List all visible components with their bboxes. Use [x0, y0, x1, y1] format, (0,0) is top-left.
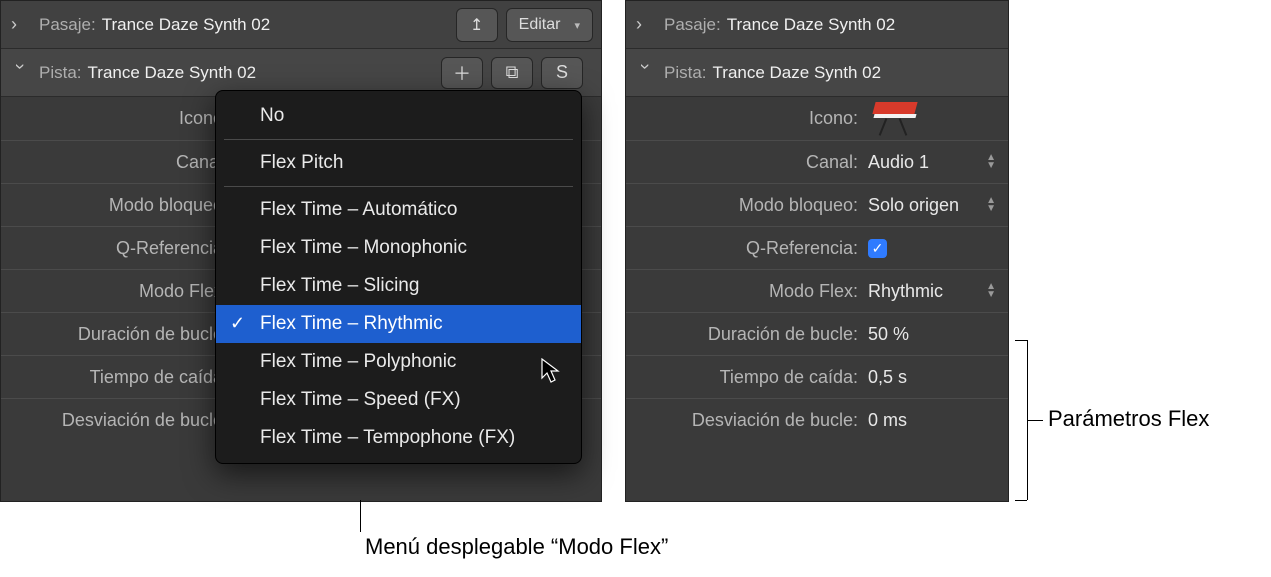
copy-button[interactable]: ⧉	[491, 57, 533, 89]
menu-item-speed-fx[interactable]: Flex Time – Speed (FX)	[216, 381, 581, 419]
pista-value: Trance Daze Synth 02	[88, 63, 257, 83]
disclosure-right-icon[interactable]: ›	[11, 14, 29, 35]
check-icon: ✓	[872, 240, 884, 257]
param-row-duracion[interactable]: Duración de bucle: 50 %	[626, 312, 1008, 355]
param-label-tiempo-caida: Tiempo de caída	[13, 367, 233, 388]
param-label: Q-Referencia:	[638, 238, 868, 259]
disclosure-down-icon[interactable]: ›	[635, 64, 656, 82]
menu-item-no[interactable]: No	[216, 97, 581, 135]
param-label: Modo Flex:	[638, 281, 868, 302]
callout-bracket-tick	[1015, 340, 1027, 341]
param-label: Desviación de bucle:	[638, 410, 868, 431]
s-label: S	[556, 62, 568, 83]
right-inspector-panel: › Pasaje: Trance Daze Synth 02 › Pista: …	[625, 0, 1009, 502]
param-label-modo-bloqueo: Modo bloqueo	[13, 195, 233, 216]
menu-separator	[224, 186, 573, 187]
param-label: Canal:	[638, 152, 868, 173]
pista-label: Pista:	[664, 63, 707, 83]
check-icon: ✓	[230, 313, 245, 334]
stepper-icon[interactable]: ▲▼	[986, 283, 996, 299]
param-label: Icono:	[638, 108, 868, 129]
callout-bracket-tick	[1015, 500, 1027, 501]
pista-header-row-right[interactable]: › Pista: Trance Daze Synth 02	[626, 49, 1008, 97]
param-row-qref[interactable]: Q-Referencia: ✓	[626, 226, 1008, 269]
param-label: Duración de bucle:	[638, 324, 868, 345]
menu-item-polyphonic[interactable]: Flex Time – Polyphonic	[216, 343, 581, 381]
param-value: Solo origen	[868, 195, 959, 216]
plus-icon: ＋	[453, 60, 471, 86]
param-label-duracion-bucle: Duración de bucle	[13, 324, 233, 345]
param-label-modo-flex[interactable]: Modo Flex	[13, 281, 233, 302]
param-value: 0,5 s	[868, 367, 907, 388]
param-row-canal[interactable]: Canal: Audio 1 ▲▼	[626, 140, 1008, 183]
pista-value: Trance Daze Synth 02	[713, 63, 882, 83]
param-value: Audio 1	[868, 152, 929, 173]
editar-label: Editar	[519, 16, 561, 34]
menu-item-slicing[interactable]: Flex Time – Slicing	[216, 267, 581, 305]
modo-flex-dropdown[interactable]: No Flex Pitch Flex Time – Automático Fle…	[215, 90, 582, 464]
param-value: 0 ms	[868, 410, 907, 431]
param-row-flex[interactable]: Modo Flex: Rhythmic ▲▼	[626, 269, 1008, 312]
callout-leader-line	[1027, 420, 1043, 421]
param-label: Tiempo de caída:	[638, 367, 868, 388]
param-value: Rhythmic	[868, 281, 943, 302]
stepper-icon[interactable]: ▲▼	[986, 197, 996, 213]
param-label-icono: Icono	[13, 108, 233, 129]
pasaje-value: Trance Daze Synth 02	[727, 15, 896, 35]
keyboard-instrument-icon	[868, 102, 922, 136]
pasaje-header-row-right[interactable]: › Pasaje: Trance Daze Synth 02	[626, 1, 1008, 49]
pasaje-label: Pasaje:	[39, 15, 96, 35]
callout-leader-line	[360, 500, 361, 532]
param-row-bloqueo[interactable]: Modo bloqueo: Solo origen ▲▼	[626, 183, 1008, 226]
pasaje-label: Pasaje:	[664, 15, 721, 35]
param-row-caida[interactable]: Tiempo de caída: 0,5 s	[626, 355, 1008, 398]
chevron-down-icon: ▾	[574, 19, 580, 32]
disclosure-down-icon[interactable]: ›	[10, 64, 31, 82]
menu-item-tempophone-fx[interactable]: Flex Time – Tempophone (FX)	[216, 419, 581, 457]
menu-separator	[224, 139, 573, 140]
pasaje-value: Trance Daze Synth 02	[102, 15, 271, 35]
copy-icon: ⧉	[506, 62, 519, 83]
param-value: 50 %	[868, 324, 909, 345]
param-row-desviacion[interactable]: Desviación de bucle: 0 ms	[626, 398, 1008, 441]
stepper-icon[interactable]: ▲▼	[986, 154, 996, 170]
callout-modo-flex: Menú desplegable “Modo Flex”	[365, 534, 668, 560]
disclosure-right-icon[interactable]: ›	[636, 14, 654, 35]
qref-checkbox[interactable]: ✓	[868, 239, 887, 258]
menu-item-rhythmic[interactable]: ✓ Flex Time – Rhythmic	[216, 305, 581, 343]
right-params-list: Icono: Canal: Audio 1 ▲▼ Modo bloqueo: S…	[626, 97, 1008, 441]
pasaje-header-row[interactable]: › Pasaje: Trance Daze Synth 02 ↥ Editar …	[1, 1, 601, 49]
param-label-desviacion-bucle: Desviación de bucle	[13, 410, 233, 431]
param-label-canal: Canal	[13, 152, 233, 173]
up-arrow-icon: ↥	[470, 15, 483, 35]
up-arrow-button[interactable]: ↥	[456, 8, 498, 42]
menu-item-flex-pitch[interactable]: Flex Pitch	[216, 144, 581, 182]
cursor-pointer-icon	[540, 358, 562, 386]
menu-item-monophonic[interactable]: Flex Time – Monophonic	[216, 229, 581, 267]
plus-button[interactable]: ＋	[441, 57, 483, 89]
callout-parametros-flex: Parámetros Flex	[1048, 406, 1209, 432]
s-button[interactable]: S	[541, 57, 583, 89]
param-label-q-referencia: Q-Referencia	[13, 238, 233, 259]
menu-item-automatico[interactable]: Flex Time – Automático	[216, 191, 581, 229]
param-row-icono[interactable]: Icono:	[626, 97, 1008, 140]
editar-button[interactable]: Editar ▾	[506, 8, 593, 42]
param-label: Modo bloqueo:	[638, 195, 868, 216]
pista-label: Pista:	[39, 63, 82, 83]
